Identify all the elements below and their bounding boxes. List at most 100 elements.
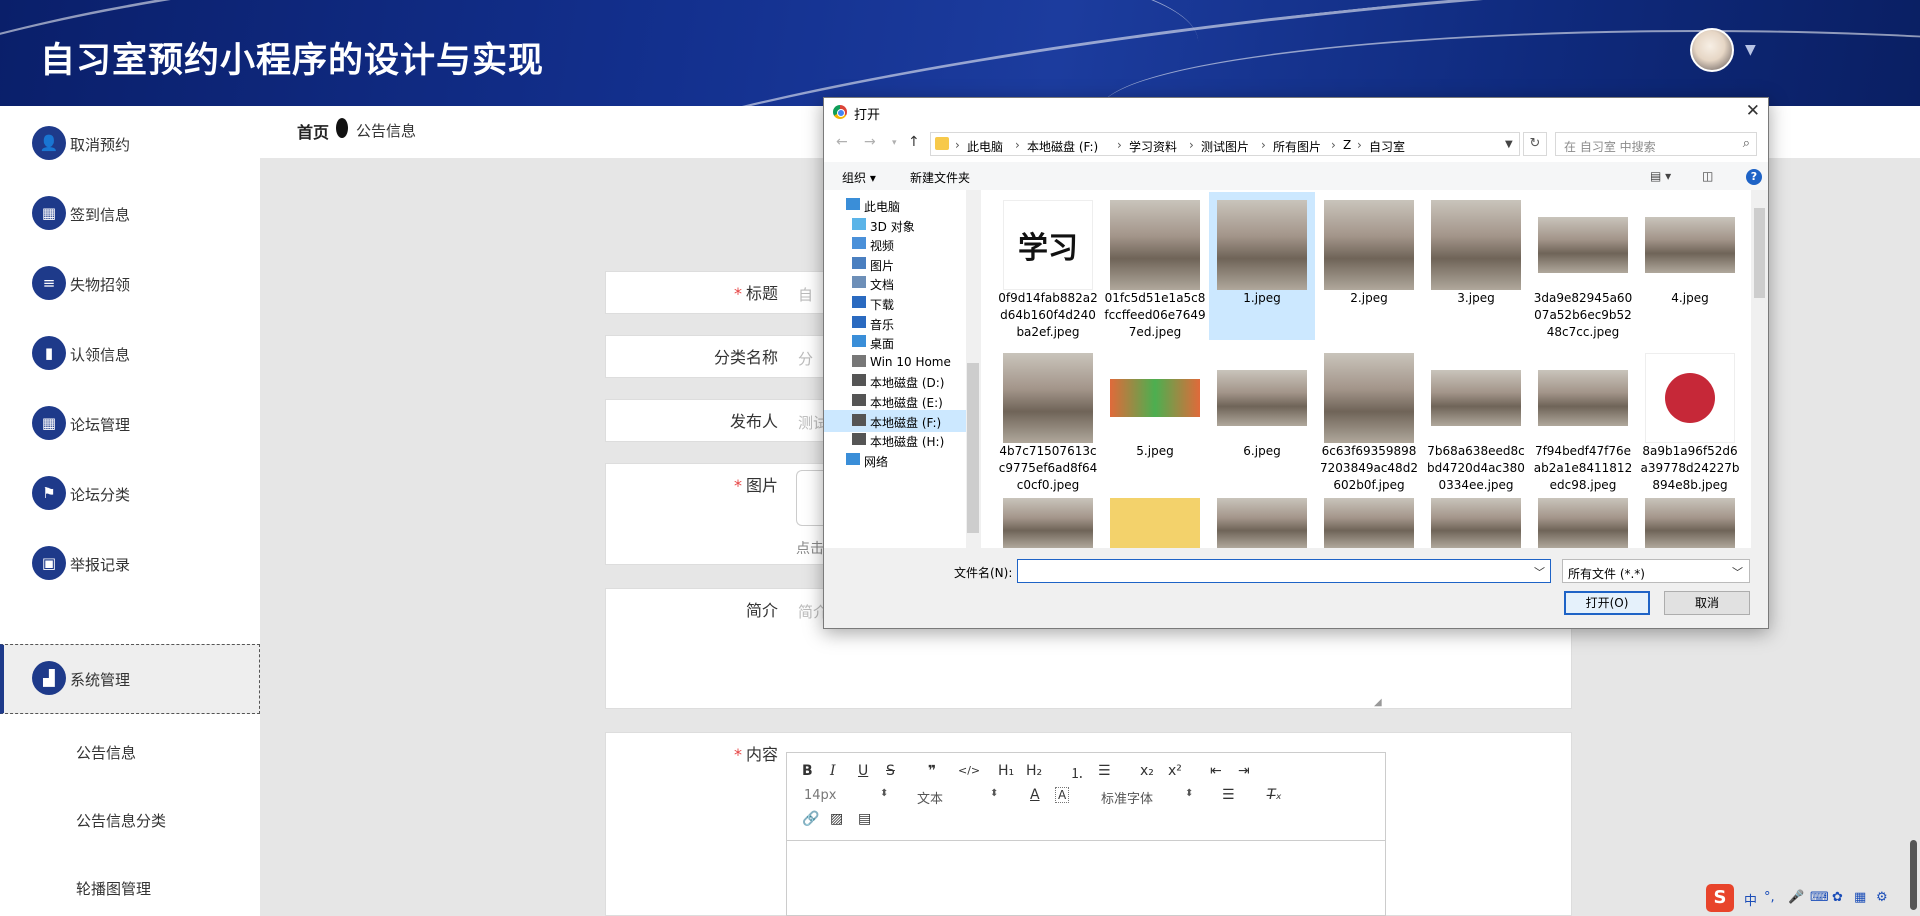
title-input[interactable]: 自 — [798, 284, 813, 305]
back-icon[interactable]: ← — [836, 134, 848, 150]
close-icon[interactable]: ✕ — [1746, 101, 1760, 121]
file-thumbnail-image[interactable] — [1431, 498, 1521, 548]
toolbox-icon[interactable]: ▦ — [1854, 890, 1866, 905]
paragraph-select[interactable]: 文本 — [917, 788, 943, 807]
breadcrumb-home[interactable]: 首页 — [297, 119, 329, 143]
file-tile[interactable]: 3.jpeg — [1423, 192, 1529, 340]
quote-icon[interactable]: ❞ — [928, 763, 936, 779]
align-icon[interactable]: ☰ — [1222, 787, 1235, 803]
strike-icon[interactable]: S — [886, 763, 895, 779]
file-tile[interactable]: 8a9b1a96f52d6a39778d24227b894e8b.jpeg — [1637, 345, 1743, 493]
bold-icon[interactable]: B — [802, 763, 813, 779]
filename-input[interactable]: ﹀ — [1017, 559, 1551, 583]
settings-icon[interactable]: ⚙ — [1876, 890, 1888, 905]
punctuation-icon[interactable]: °, — [1764, 890, 1775, 905]
user-avatar[interactable] — [1690, 28, 1734, 72]
sidebar-item-checkin[interactable]: ▦ 签到信息 — [0, 180, 260, 250]
path-segment[interactable]: 所有图片 — [1273, 138, 1321, 155]
sidebar-item-forum[interactable]: ▦ 论坛管理 — [0, 390, 260, 460]
h2-button[interactable]: H₂ — [1026, 763, 1042, 779]
sidebar-item-lost-found[interactable]: ≡ 失物招领 — [0, 250, 260, 320]
new-folder-button[interactable]: 新建文件夹 — [910, 169, 970, 186]
category-select[interactable]: 分 — [798, 348, 813, 369]
sidebar-item-reports[interactable]: ▣ 举报记录 — [0, 530, 260, 600]
open-button[interactable]: 打开(O) — [1564, 591, 1650, 615]
keyboard-icon[interactable]: ⌨ — [1810, 890, 1829, 905]
path-segment[interactable]: 自习室 — [1369, 138, 1405, 155]
help-icon[interactable]: ? — [1746, 169, 1762, 185]
file-tile[interactable]: 7b68a638eed8cbd4720d4ac3800334ee.jpeg — [1423, 345, 1529, 493]
file-tile[interactable]: 7f94bedf47f76eab2a1e8411812edc98.jpeg — [1530, 345, 1636, 493]
dialog-search[interactable]: 在 自习室 中搜索 ⌕ — [1555, 132, 1757, 156]
file-tile[interactable]: 4.jpeg — [1637, 192, 1743, 340]
h1-button[interactable]: H₁ — [998, 763, 1014, 779]
preview-pane-icon[interactable]: ◫ — [1702, 169, 1713, 183]
refresh-icon[interactable]: ↻ — [1523, 132, 1547, 156]
file-grid-scrollbar-thumb[interactable] — [1754, 208, 1765, 298]
code-icon[interactable]: </> — [958, 764, 980, 777]
tree-scrollbar-thumb[interactable] — [967, 363, 979, 533]
forward-icon[interactable]: → — [864, 134, 876, 150]
font-family-select[interactable]: 标准字体 — [1101, 788, 1153, 807]
sidebar-item-forum-category[interactable]: ⚑ 论坛分类 — [0, 460, 260, 530]
tree-item[interactable]: 网络 — [824, 449, 966, 471]
chevron-down-icon[interactable]: ▼ — [1745, 42, 1756, 58]
background-color-icon[interactable]: A — [1055, 787, 1070, 803]
font-size-select[interactable]: 14px — [804, 788, 837, 803]
file-thumbnail-image[interactable] — [1003, 498, 1093, 548]
recent-locations-icon[interactable]: ▾ — [892, 138, 897, 148]
path-segment[interactable]: 本地磁盘 (F:) — [1027, 138, 1098, 155]
file-tile[interactable]: 3da9e82945a6007a52b6ec9b5248c7cc.jpeg — [1530, 192, 1636, 340]
organize-menu[interactable]: 组织 ▾ — [842, 169, 876, 186]
video-icon[interactable]: ▤ — [858, 811, 871, 827]
up-icon[interactable]: ↑ — [908, 134, 920, 150]
microphone-icon[interactable]: 🎤 — [1788, 890, 1804, 905]
clear-format-icon[interactable]: T̶ₓ — [1267, 787, 1282, 803]
bullet-list-icon[interactable]: ☰ — [1098, 763, 1111, 779]
ordered-list-icon[interactable]: ⒈ — [1070, 763, 1084, 783]
link-icon[interactable]: 🔗 — [802, 811, 819, 827]
file-tile[interactable]: 1.jpeg — [1209, 192, 1315, 340]
file-tile[interactable]: 2.jpeg — [1316, 192, 1422, 340]
indent-icon[interactable]: ⇥ — [1238, 763, 1250, 779]
image-icon[interactable]: ▨ — [830, 811, 843, 827]
path-segment[interactable]: Z — [1343, 138, 1351, 152]
address-dropdown-icon[interactable]: ▼ — [1505, 139, 1513, 150]
file-tile[interactable]: 4b7c71507613cc9775ef6ad8f64c0cf0.jpeg — [995, 345, 1101, 493]
view-options-icon[interactable]: ▤ ▾ — [1650, 169, 1671, 183]
rich-text-editor[interactable]: B I U S ❞ </> H₁ H₂ ⒈ ☰ x₂ x² ⇤ ⇥ 14px ⬍… — [786, 752, 1386, 916]
file-thumbnail-image[interactable] — [1324, 498, 1414, 548]
image-upload[interactable] — [796, 470, 826, 526]
resize-handle-icon[interactable]: ◢ — [1374, 697, 1382, 708]
file-tile[interactable]: 6.jpeg — [1209, 345, 1315, 493]
sidebar-item-claims[interactable]: ▮ 认领信息 — [0, 320, 260, 390]
file-thumbnail-image[interactable] — [1538, 498, 1628, 548]
italic-icon[interactable]: I — [830, 763, 836, 779]
file-thumbnail-image[interactable] — [1110, 498, 1200, 548]
sidebar-subitem-notice-category[interactable]: 公告信息分类 — [76, 810, 166, 831]
file-thumbnail-image[interactable] — [1217, 498, 1307, 548]
path-segment[interactable]: 测试图片 — [1201, 138, 1249, 155]
subscript-icon[interactable]: x₂ — [1140, 763, 1154, 779]
file-tile[interactable]: 6c63f693598987203849ac48d2602b0f.jpeg — [1316, 345, 1422, 493]
path-segment[interactable]: 此电脑 — [967, 138, 1003, 155]
ime-toolbar[interactable]: S 中 °, 🎤 ⌨ ✿ ▦ ⚙ — [1706, 884, 1920, 914]
chevron-down-icon[interactable]: ﹀ — [1534, 564, 1545, 580]
address-bar[interactable]: › 此电脑 › 本地磁盘 (F:) › 学习资料 › 测试图片 › 所有图片 ›… — [930, 132, 1520, 156]
file-tile[interactable]: 5.jpeg — [1102, 345, 1208, 493]
skin-icon[interactable]: ✿ — [1832, 890, 1843, 905]
sidebar-subitem-notice[interactable]: 公告信息 — [76, 742, 136, 763]
cancel-button[interactable]: 取消 — [1664, 591, 1750, 615]
ime-mode-label[interactable]: 中 — [1744, 890, 1757, 909]
outdent-icon[interactable]: ⇤ — [1210, 763, 1222, 779]
font-color-icon[interactable]: A — [1030, 787, 1040, 803]
file-tile[interactable]: 01fc5d51e1a5c8fccffeed06e76497ed.jpeg — [1102, 192, 1208, 340]
page-scrollbar[interactable] — [1910, 840, 1917, 910]
path-segment[interactable]: 学习资料 — [1129, 138, 1177, 155]
sidebar-item-system[interactable]: ▟ 系统管理 — [0, 644, 260, 714]
underline-icon[interactable]: U — [858, 763, 868, 779]
sidebar-item-cancel-reservation[interactable]: 👤 取消预约 — [0, 110, 260, 180]
file-tile[interactable]: 学习 0f9d14fab882a2d64b160f4d240ba2ef.jpeg — [995, 192, 1101, 340]
file-thumbnail-image[interactable] — [1645, 498, 1735, 548]
sidebar-subitem-carousel[interactable]: 轮播图管理 — [76, 878, 151, 899]
